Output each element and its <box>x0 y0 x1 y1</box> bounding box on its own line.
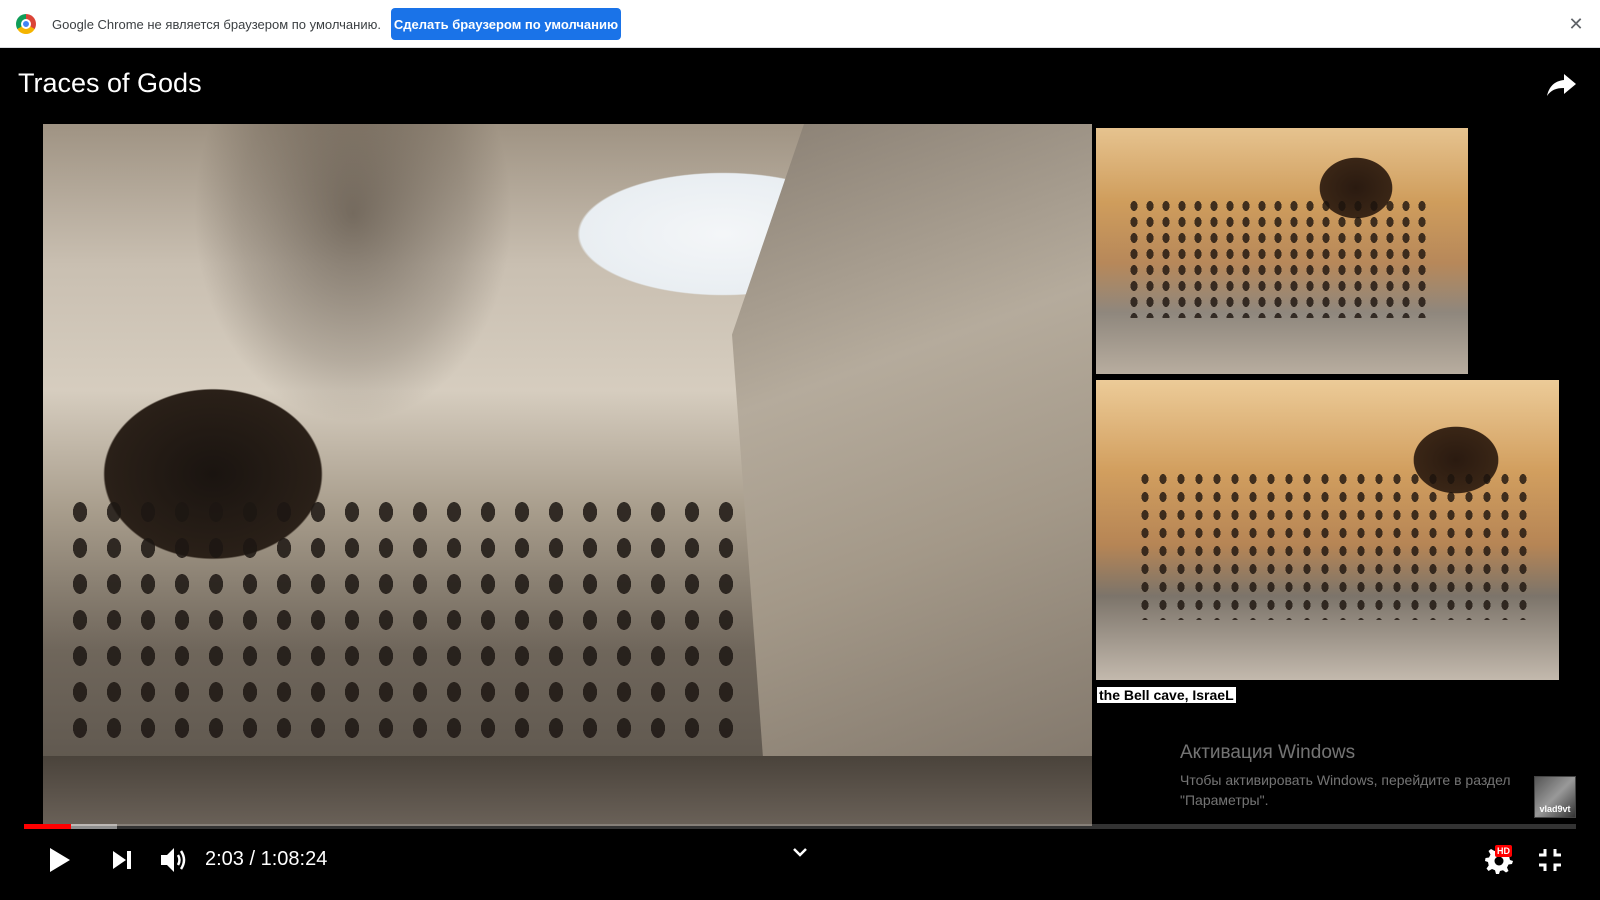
columbarium-niches <box>63 494 743 754</box>
infobar-message: Google Chrome не является браузером по у… <box>52 17 381 32</box>
settings-button[interactable] <box>1478 836 1520 884</box>
share-icon[interactable] <box>1544 66 1580 102</box>
play-button[interactable] <box>40 836 80 884</box>
volume-button[interactable] <box>154 836 194 884</box>
windows-activation-watermark: Активация Windows Чтобы активировать Win… <box>1180 742 1511 810</box>
tree-branches <box>193 124 513 424</box>
cave-floor <box>43 756 1092 826</box>
chrome-icon <box>16 14 36 34</box>
cave-photo-inset-top <box>1096 128 1468 374</box>
hd-badge: HD <box>1495 845 1512 857</box>
video-title[interactable]: Traces of Gods <box>18 68 202 99</box>
set-default-browser-button[interactable]: Сделать браузером по умолчанию <box>391 8 621 40</box>
watermark-title: Активация Windows <box>1180 742 1356 763</box>
rock-wall <box>732 124 1092 826</box>
exit-fullscreen-icon <box>1539 849 1561 871</box>
chevron-down-icon <box>793 848 807 857</box>
volume-icon <box>161 848 186 872</box>
watermark-line-2: "Параметры". <box>1180 792 1269 808</box>
play-icon <box>50 848 70 872</box>
close-icon[interactable]: ✕ <box>1566 14 1586 34</box>
next-icon <box>113 851 131 869</box>
columbarium-niches <box>1126 198 1426 318</box>
cave-photo-inset-bottom <box>1096 380 1559 680</box>
columbarium-niches <box>1136 470 1536 620</box>
main-cave-photo <box>43 124 1092 826</box>
next-button[interactable] <box>104 836 140 884</box>
video-player[interactable]: Traces of Gods the Bell cave, IsraeL Акт… <box>0 48 1600 900</box>
exit-fullscreen-button[interactable] <box>1530 836 1570 884</box>
photo-caption: the Bell cave, IsraeL <box>1096 686 1237 704</box>
progress-bar[interactable] <box>24 824 1576 829</box>
time-display: 2:03 / 1:08:24 <box>205 848 328 870</box>
progress-played <box>24 824 71 829</box>
chapter-expand-button[interactable] <box>786 838 814 866</box>
default-browser-infobar: Google Chrome не является браузером по у… <box>0 0 1600 48</box>
channel-name: vlad9vt <box>1539 804 1571 814</box>
watermark-line-1: Чтобы активировать Windows, перейдите в … <box>1180 772 1511 788</box>
watermark-text: Чтобы активировать Windows, перейдите в … <box>1180 770 1511 810</box>
